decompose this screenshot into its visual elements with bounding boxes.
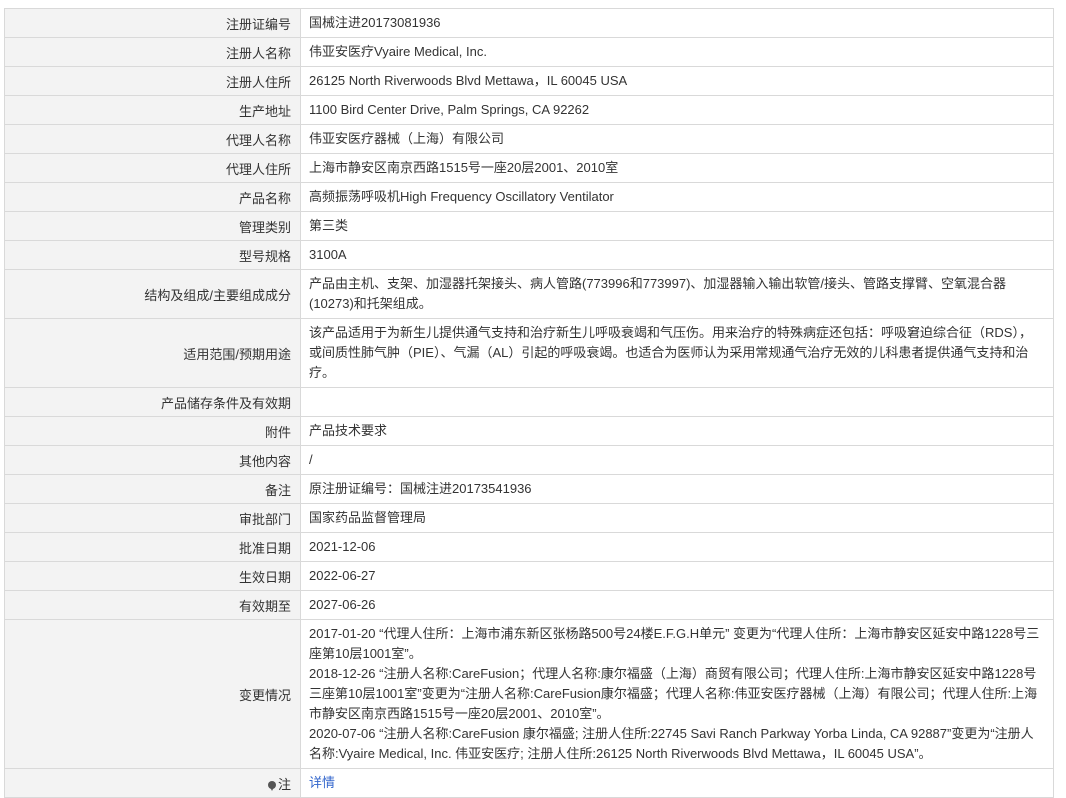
field-value: 伟亚安医疗器械（上海）有限公司 xyxy=(300,124,1054,154)
row-management-category: 管理类别 第三类 xyxy=(4,211,1054,241)
field-label: 变更情况 xyxy=(4,619,301,769)
change-entry: 2017-01-20 “代理人住所：上海市浦东新区张杨路500号24楼E.F.G… xyxy=(309,626,1040,661)
field-label: 代理人名称 xyxy=(4,124,301,154)
field-label: 产品储存条件及有效期 xyxy=(4,387,301,417)
row-intended-use: 适用范围/预期用途 该产品适用于为新生儿提供通气支持和治疗新生儿呼吸衰竭和气压伤… xyxy=(4,318,1054,388)
field-value: 2027-06-26 xyxy=(300,590,1054,620)
field-label: 产品名称 xyxy=(4,182,301,212)
note-value-cell: 详情 xyxy=(300,768,1054,798)
field-label: 生产地址 xyxy=(4,95,301,125)
row-registrant-name: 注册人名称 伟亚安医疗Vyaire Medical, Inc. xyxy=(4,37,1054,67)
field-label: 管理类别 xyxy=(4,211,301,241)
field-label: 注册证编号 xyxy=(4,8,301,38)
field-label: 适用范围/预期用途 xyxy=(4,318,301,388)
field-value: 该产品适用于为新生儿提供通气支持和治疗新生儿呼吸衰竭和气压伤。用来治疗的特殊病症… xyxy=(300,318,1054,388)
note-label: 注 xyxy=(277,776,291,792)
field-value: 国家药品监督管理局 xyxy=(300,503,1054,533)
field-label: 审批部门 xyxy=(4,503,301,533)
location-pin-icon xyxy=(267,780,276,791)
row-storage-conditions: 产品储存条件及有效期 xyxy=(4,387,1054,417)
field-label: 型号规格 xyxy=(4,240,301,270)
field-label: 结构及组成/主要组成成分 xyxy=(4,269,301,319)
row-agent-name: 代理人名称 伟亚安医疗器械（上海）有限公司 xyxy=(4,124,1054,154)
row-approval-department: 审批部门 国家药品监督管理局 xyxy=(4,503,1054,533)
field-value xyxy=(300,387,1054,417)
field-value: 1100 Bird Center Drive, Palm Springs, CA… xyxy=(300,95,1054,125)
field-value: 伟亚安医疗Vyaire Medical, Inc. xyxy=(300,37,1054,67)
field-label: 其他内容 xyxy=(4,445,301,475)
field-value: 原注册证编号：国械注进20173541936 xyxy=(300,474,1054,504)
field-value: 26125 North Riverwoods Blvd Mettawa，IL 6… xyxy=(300,66,1054,96)
row-approval-date: 批准日期 2021-12-06 xyxy=(4,532,1054,562)
field-value: 国械注进20173081936 xyxy=(300,8,1054,38)
field-value: 高频振荡呼吸机High Frequency Oscillatory Ventil… xyxy=(300,182,1054,212)
row-change-history: 变更情况 2017-01-20 “代理人住所：上海市浦东新区张杨路500号24楼… xyxy=(4,619,1054,769)
field-value: 产品由主机、支架、加湿器托架接头、病人管路(773996和773997)、加湿器… xyxy=(300,269,1054,319)
row-note: 注 详情 xyxy=(4,768,1054,798)
field-value: 3100A xyxy=(300,240,1054,270)
registration-detail-table-wrapper: 注册证编号 国械注进20173081936 注册人名称 伟亚安医疗Vyaire … xyxy=(4,8,1054,798)
registration-detail-table: 注册证编号 国械注进20173081936 注册人名称 伟亚安医疗Vyaire … xyxy=(4,8,1054,798)
row-structure-composition: 结构及组成/主要组成成分 产品由主机、支架、加湿器托架接头、病人管路(77399… xyxy=(4,269,1054,319)
change-history-list: 2017-01-20 “代理人住所：上海市浦东新区张杨路500号24楼E.F.G… xyxy=(300,619,1054,769)
field-value: 第三类 xyxy=(300,211,1054,241)
row-agent-address: 代理人住所 上海市静安区南京西路1515号一座20层2001、2010室 xyxy=(4,153,1054,183)
field-value: 2022-06-27 xyxy=(300,561,1054,591)
row-production-address: 生产地址 1100 Bird Center Drive, Palm Spring… xyxy=(4,95,1054,125)
note-label-cell: 注 xyxy=(4,768,301,798)
row-registration-number: 注册证编号 国械注进20173081936 xyxy=(4,8,1054,38)
row-other-content: 其他内容 / xyxy=(4,445,1054,475)
row-registrant-address: 注册人住所 26125 North Riverwoods Blvd Mettaw… xyxy=(4,66,1054,96)
field-value: 上海市静安区南京西路1515号一座20层2001、2010室 xyxy=(300,153,1054,183)
change-entry: 2018-12-26 “注册人名称:CareFusion；代理人名称:康尔福盛（… xyxy=(309,666,1038,721)
field-label: 代理人住所 xyxy=(4,153,301,183)
row-effective-date: 生效日期 2022-06-27 xyxy=(4,561,1054,591)
field-value: 2021-12-06 xyxy=(300,532,1054,562)
field-value: 产品技术要求 xyxy=(300,416,1054,446)
field-label: 生效日期 xyxy=(4,561,301,591)
field-label: 批准日期 xyxy=(4,532,301,562)
field-label: 附件 xyxy=(4,416,301,446)
field-label: 备注 xyxy=(4,474,301,504)
field-label: 注册人住所 xyxy=(4,66,301,96)
detail-link[interactable]: 详情 xyxy=(309,775,335,790)
field-label: 注册人名称 xyxy=(4,37,301,67)
row-remarks: 备注 原注册证编号：国械注进20173541936 xyxy=(4,474,1054,504)
field-label: 有效期至 xyxy=(4,590,301,620)
row-valid-until: 有效期至 2027-06-26 xyxy=(4,590,1054,620)
row-model-spec: 型号规格 3100A xyxy=(4,240,1054,270)
field-value: / xyxy=(300,445,1054,475)
change-entry: 2020-07-06 “注册人名称:CareFusion 康尔福盛; 注册人住所… xyxy=(309,726,1034,761)
row-attachment: 附件 产品技术要求 xyxy=(4,416,1054,446)
row-product-name: 产品名称 高频振荡呼吸机High Frequency Oscillatory V… xyxy=(4,182,1054,212)
